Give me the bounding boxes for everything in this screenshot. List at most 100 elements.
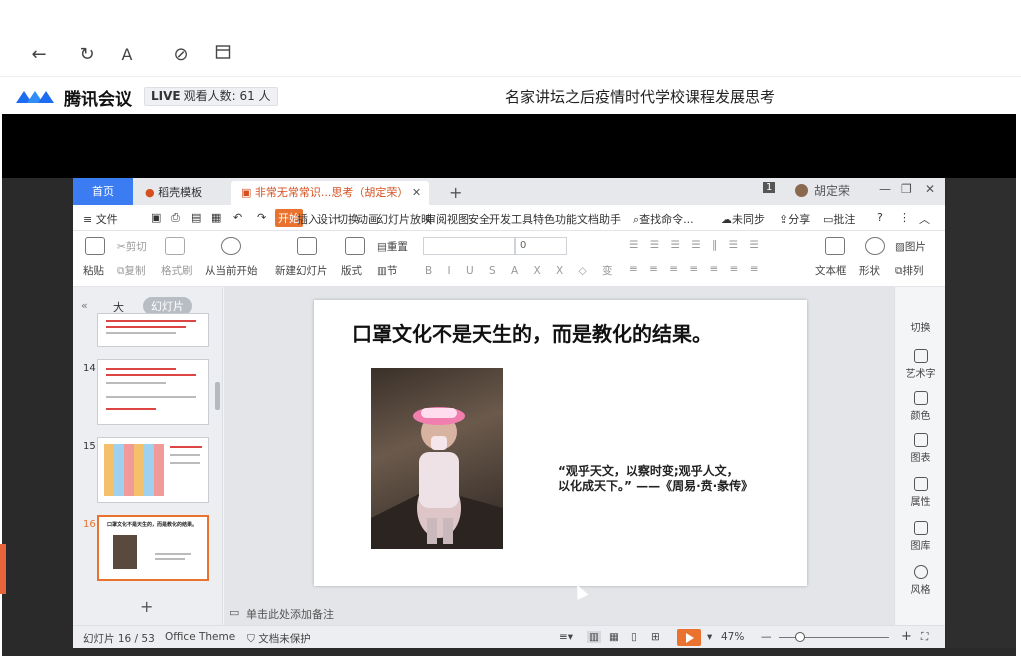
print-icon[interactable]: ▤ — [191, 211, 201, 224]
menu-design[interactable]: 设计 — [317, 211, 339, 227]
user-name[interactable]: 胡定荣 — [814, 182, 850, 199]
print-preview-icon[interactable]: ⎙ — [171, 211, 180, 225]
menu-file[interactable]: ≡ 文件 — [83, 211, 118, 227]
refresh-icon[interactable]: ↻ — [76, 44, 98, 66]
font-name-combo[interactable] — [423, 237, 515, 255]
menu-view[interactable]: 视图 — [447, 211, 469, 227]
paste-button[interactable]: 粘贴 — [83, 263, 104, 278]
normal-view-icon[interactable]: ▥ — [587, 631, 601, 643]
collapse-panel-icon[interactable]: « — [81, 299, 88, 312]
section-button[interactable]: ▥节 — [377, 263, 397, 278]
picture-button[interactable]: ▨图片 — [895, 239, 926, 254]
redo-icon[interactable]: ↷ — [257, 211, 266, 224]
collapse-ribbon-icon[interactable]: ︿ — [919, 211, 930, 227]
search-command[interactable]: ⌕查找命令... — [633, 211, 694, 227]
copy-button[interactable]: ⧉复制 — [117, 263, 146, 278]
comment-button[interactable]: ▭批注 — [823, 211, 855, 227]
close-icon[interactable]: ✕ — [408, 186, 421, 199]
shape-button[interactable]: 形状 — [859, 263, 880, 278]
menu-special[interactable]: 特色功能 — [533, 211, 577, 227]
notes-area[interactable]: ▭ 单击此处添加备注 — [224, 602, 894, 624]
notes-toggle-icon[interactable]: ≡▾ — [559, 631, 573, 643]
restore-icon[interactable]: ❐ — [901, 182, 912, 196]
reading-view-icon[interactable]: ▯ — [631, 631, 637, 643]
slide-thumbnail[interactable] — [97, 313, 209, 347]
meeting-header: 腾讯会议 LIVE 观看人数: 61 人 名家讲坛之后疫情时代学校课程发展思考 — [0, 76, 1021, 114]
menu-review[interactable]: 审阅 — [425, 211, 447, 227]
font-style-buttons[interactable]: B I U S A X X ◇ 变 — [425, 263, 619, 278]
tab-home[interactable]: 首页 — [73, 178, 133, 205]
play-dropdown-icon[interactable]: ▾ — [707, 631, 712, 643]
back-icon[interactable]: ← — [28, 44, 50, 66]
sidebar-item-style[interactable]: 风格 — [895, 565, 945, 596]
menu-transition[interactable]: 切换 — [337, 211, 359, 227]
sidebar-item-properties[interactable]: 属性 — [895, 477, 945, 508]
export-icon[interactable]: ▦ — [211, 211, 221, 224]
slide-sorter-icon[interactable]: ▦ — [609, 631, 619, 643]
slide-thumbnail[interactable] — [97, 437, 209, 503]
menu-security[interactable]: 安全 — [468, 211, 490, 227]
format-painter-button[interactable]: 格式刷 — [161, 263, 193, 278]
notification-badge[interactable]: 1 — [763, 182, 776, 193]
paragraph-buttons[interactable]: ☰ ☰ ☰ ☰ ‖ ☰ ☰ — [629, 239, 763, 251]
ppt-icon: ▣ — [241, 186, 255, 199]
save-icon[interactable]: ▣ — [151, 211, 161, 224]
tab-document[interactable]: ▣ 非常无常常识...思考（胡定荣） ✕ — [231, 181, 429, 205]
new-slide-button[interactable]: 新建幻灯片 — [275, 263, 328, 278]
menu-animation[interactable]: 动画 — [357, 211, 379, 227]
child-with-mask-photo[interactable] — [371, 368, 503, 549]
panel-scrollbar[interactable] — [215, 382, 220, 410]
sidebar-item-color[interactable]: 颜色 — [895, 391, 945, 422]
textbox-button[interactable]: 文本框 — [815, 263, 847, 278]
format-painter-icon — [165, 237, 185, 255]
share-icon: ⇪ — [779, 213, 789, 226]
new-tab-button[interactable]: + — [439, 181, 472, 205]
avatar[interactable] — [795, 184, 808, 197]
menu-slideshow[interactable]: 幻灯片放映 — [377, 211, 432, 227]
template-icon: ● — [145, 186, 159, 199]
layout-button[interactable]: 版式 — [341, 263, 362, 278]
menu-doc-helper[interactable]: 文档助手 — [577, 211, 621, 227]
slide-title[interactable]: 口罩文化不是天生的，而是教化的结果。 — [352, 318, 712, 347]
slide-thumbnail[interactable] — [97, 359, 209, 425]
minimize-icon[interactable]: — — [879, 182, 891, 196]
cloud-icon: ☁ — [721, 213, 732, 226]
slide-thumbnail-active[interactable]: 口罩文化不是天生的，而是教化的结果。 — [97, 515, 209, 581]
theme-name[interactable]: Office Theme — [165, 631, 235, 643]
fit-window-icon[interactable]: ⛶ — [921, 631, 928, 644]
slideshow-play-button[interactable] — [677, 629, 701, 646]
zoom-in-button[interactable]: + — [901, 629, 912, 644]
tab-template[interactable]: ● 稻壳模板 — [135, 181, 225, 205]
protection-status[interactable]: ⛉ 文档未保护 — [247, 631, 311, 646]
menu-insert[interactable]: 插入 — [297, 211, 319, 227]
thumb-number: 14 — [83, 363, 96, 374]
reset-button[interactable]: ▤重置 — [377, 239, 408, 254]
align-buttons[interactable]: ≡ ≡ ≡ ≡ ≡ ≡ ≡ — [629, 263, 763, 275]
menu-dev-tools[interactable]: 开发工具 — [489, 211, 533, 227]
cut-button[interactable]: ✂剪切 — [117, 239, 147, 254]
properties-icon — [913, 477, 928, 491]
link-icon[interactable]: ⊘ — [170, 44, 192, 66]
play-from-current-button[interactable]: 从当前开始 — [205, 263, 258, 278]
zoom-level[interactable]: 47% — [721, 631, 744, 643]
window-icon[interactable] — [212, 44, 234, 66]
zoom-slider-knob[interactable] — [795, 632, 805, 642]
arrange-button[interactable]: ⧉排列 — [895, 263, 924, 278]
share-button[interactable]: ⇪分享 — [779, 211, 810, 227]
add-slide-button[interactable]: + — [140, 597, 153, 616]
sidebar-item-wordart[interactable]: 艺术字 — [895, 349, 945, 380]
font-size-combo[interactable]: 0 — [515, 237, 567, 255]
sidebar-item-gallery[interactable]: 图库 — [895, 521, 945, 552]
current-slide[interactable]: 口罩文化不是天生的，而是教化的结果。 “观乎天文，以察时变;观乎人文，以化成天下… — [314, 300, 807, 586]
sidebar-item-chart[interactable]: 图表 — [895, 433, 945, 464]
sync-status[interactable]: ☁未同步 — [721, 211, 765, 227]
notes-view-icon[interactable]: ⊞ — [651, 631, 660, 643]
window-close-icon[interactable]: ✕ — [925, 182, 935, 196]
undo-icon[interactable]: ↶ — [233, 211, 242, 224]
more-icon[interactable]: ⋮ — [899, 211, 910, 224]
font-icon[interactable]: A — [116, 44, 138, 66]
sidebar-item-transition[interactable]: 切换 — [895, 319, 945, 334]
help-icon[interactable]: ? — [877, 211, 883, 224]
zoom-out-button[interactable]: — — [761, 631, 772, 643]
slide-quote[interactable]: “观乎天文，以察时变;观乎人文，以化成天下。” ——《周易·贲·彖传》 — [558, 464, 753, 494]
